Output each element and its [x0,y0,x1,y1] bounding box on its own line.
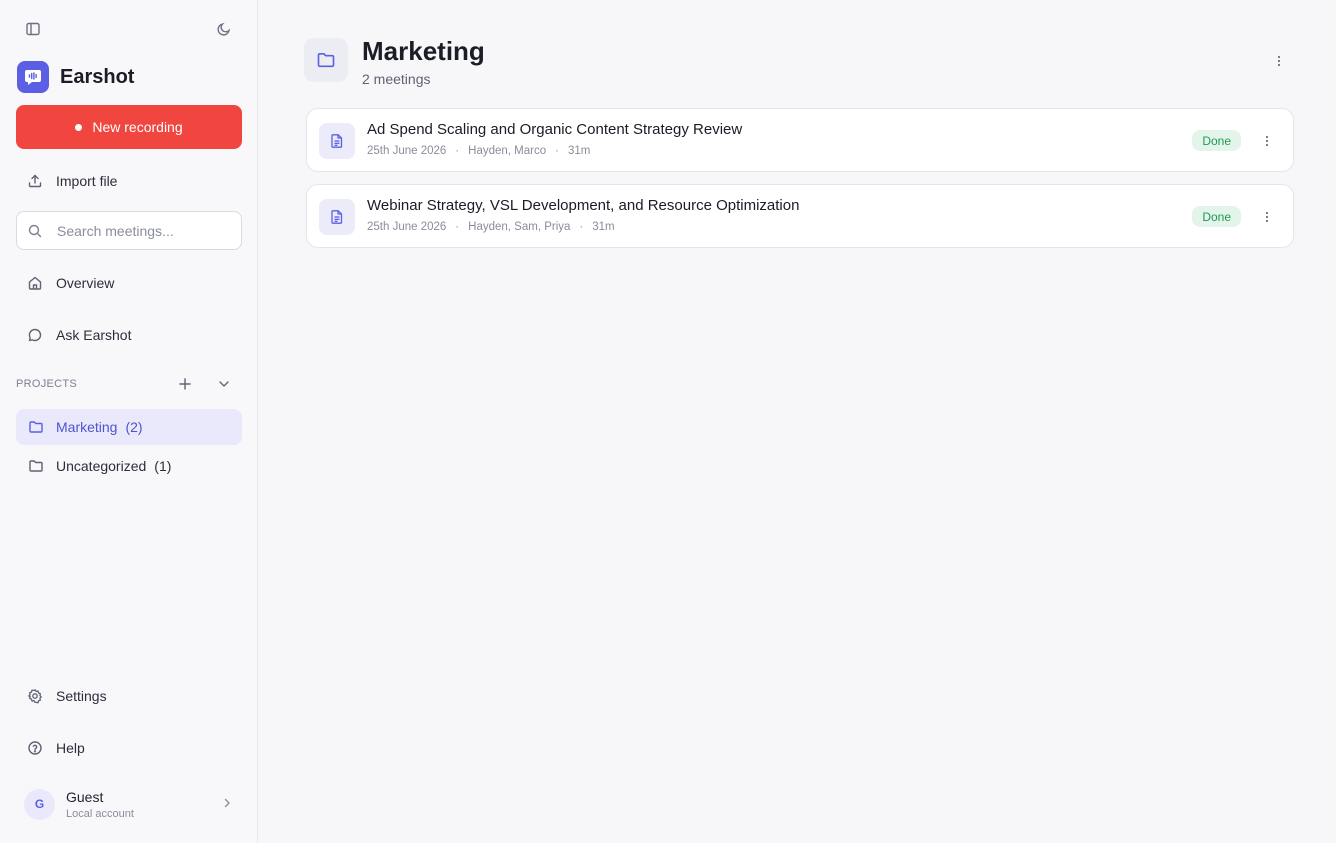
chevron-right-icon [220,796,234,810]
status-badge: Done [1192,206,1241,227]
nav-overview-label: Overview [56,275,115,291]
projects-heading: PROJECTS [16,378,78,390]
folder-icon [27,457,45,475]
meeting-participants: Hayden, Sam, Priya [468,221,571,233]
new-recording-label: New recording [92,119,183,135]
more-options-icon[interactable] [1270,52,1288,70]
search-box [16,211,242,250]
record-dot-icon [75,123,83,131]
search-icon [27,223,43,239]
project-count: (1) [154,458,172,474]
meeting-meta: 25th June 2026 · Hayden, Sam, Priya · 31… [367,221,615,233]
help-label: Help [56,740,85,756]
import-file-button[interactable]: Import file [16,163,242,199]
user-name: Guest [66,788,104,805]
sidebar-toggle-icon[interactable] [22,18,44,40]
project-name: Marketing [56,419,118,435]
settings-button[interactable]: Settings [16,678,242,714]
home-icon [26,274,44,292]
help-button[interactable]: Help [16,730,242,766]
meeting-participants: Hayden, Marco [468,145,547,157]
user-account[interactable]: G Guest Local account [24,786,242,822]
upload-icon [26,172,44,190]
nav-ask-earshot[interactable]: Ask Earshot [16,317,242,353]
meeting-title: Webinar Strategy, VSL Development, and R… [367,197,800,214]
meta-separator: · [579,221,584,233]
meeting-meta: 25th June 2026 · Hayden, Marco · 31m [367,145,590,157]
nav-ask-label: Ask Earshot [56,327,132,343]
settings-label: Settings [56,688,107,704]
main-content: Marketing 2 meetings Ad Spend Scaling an… [258,0,1336,843]
gear-icon [26,687,44,705]
document-icon [319,123,355,159]
meta-separator: · [555,145,559,157]
page-title: Marketing [362,36,485,66]
meeting-card[interactable]: Ad Spend Scaling and Organic Content Str… [306,108,1294,172]
meta-separator: · [455,221,460,233]
user-subtitle: Local account [66,807,134,820]
project-name: Uncategorized [56,458,147,474]
status-badge: Done [1192,130,1241,151]
project-item-uncategorized[interactable]: Uncategorized (1) [16,448,242,484]
chat-bubble-icon [26,326,44,344]
document-icon [319,199,355,235]
chevron-down-icon[interactable] [215,375,233,393]
nav-overview[interactable]: Overview [16,265,242,301]
earshot-logo-icon [17,61,49,93]
brand-name: Earshot [60,65,135,88]
meeting-date: 25th June 2026 [367,221,447,233]
more-options-icon[interactable] [1258,208,1276,226]
moon-icon[interactable] [213,18,235,40]
add-project-icon[interactable] [176,375,194,393]
meta-separator: · [455,145,460,157]
avatar: G [24,788,55,820]
folder-icon [27,418,45,436]
meeting-title: Ad Spend Scaling and Organic Content Str… [367,121,743,138]
more-options-icon[interactable] [1258,132,1276,150]
project-count: (2) [125,419,143,435]
sidebar: Earshot New recording Import file Overvi… [0,0,258,843]
import-file-label: Import file [56,173,118,189]
user-info: Guest Local account [66,789,134,820]
help-circle-icon [26,739,44,757]
meeting-duration: 31m [567,145,591,157]
project-item-marketing[interactable]: Marketing (2) [16,409,242,445]
new-recording-button[interactable]: New recording [16,105,242,149]
search-input[interactable] [57,222,227,239]
meeting-card[interactable]: Webinar Strategy, VSL Development, and R… [306,184,1294,248]
folder-icon [304,38,348,82]
meeting-duration: 31m [592,221,615,233]
meeting-date: 25th June 2026 [367,145,447,157]
meeting-count: 2 meetings [362,71,431,87]
brand: Earshot [17,61,134,93]
